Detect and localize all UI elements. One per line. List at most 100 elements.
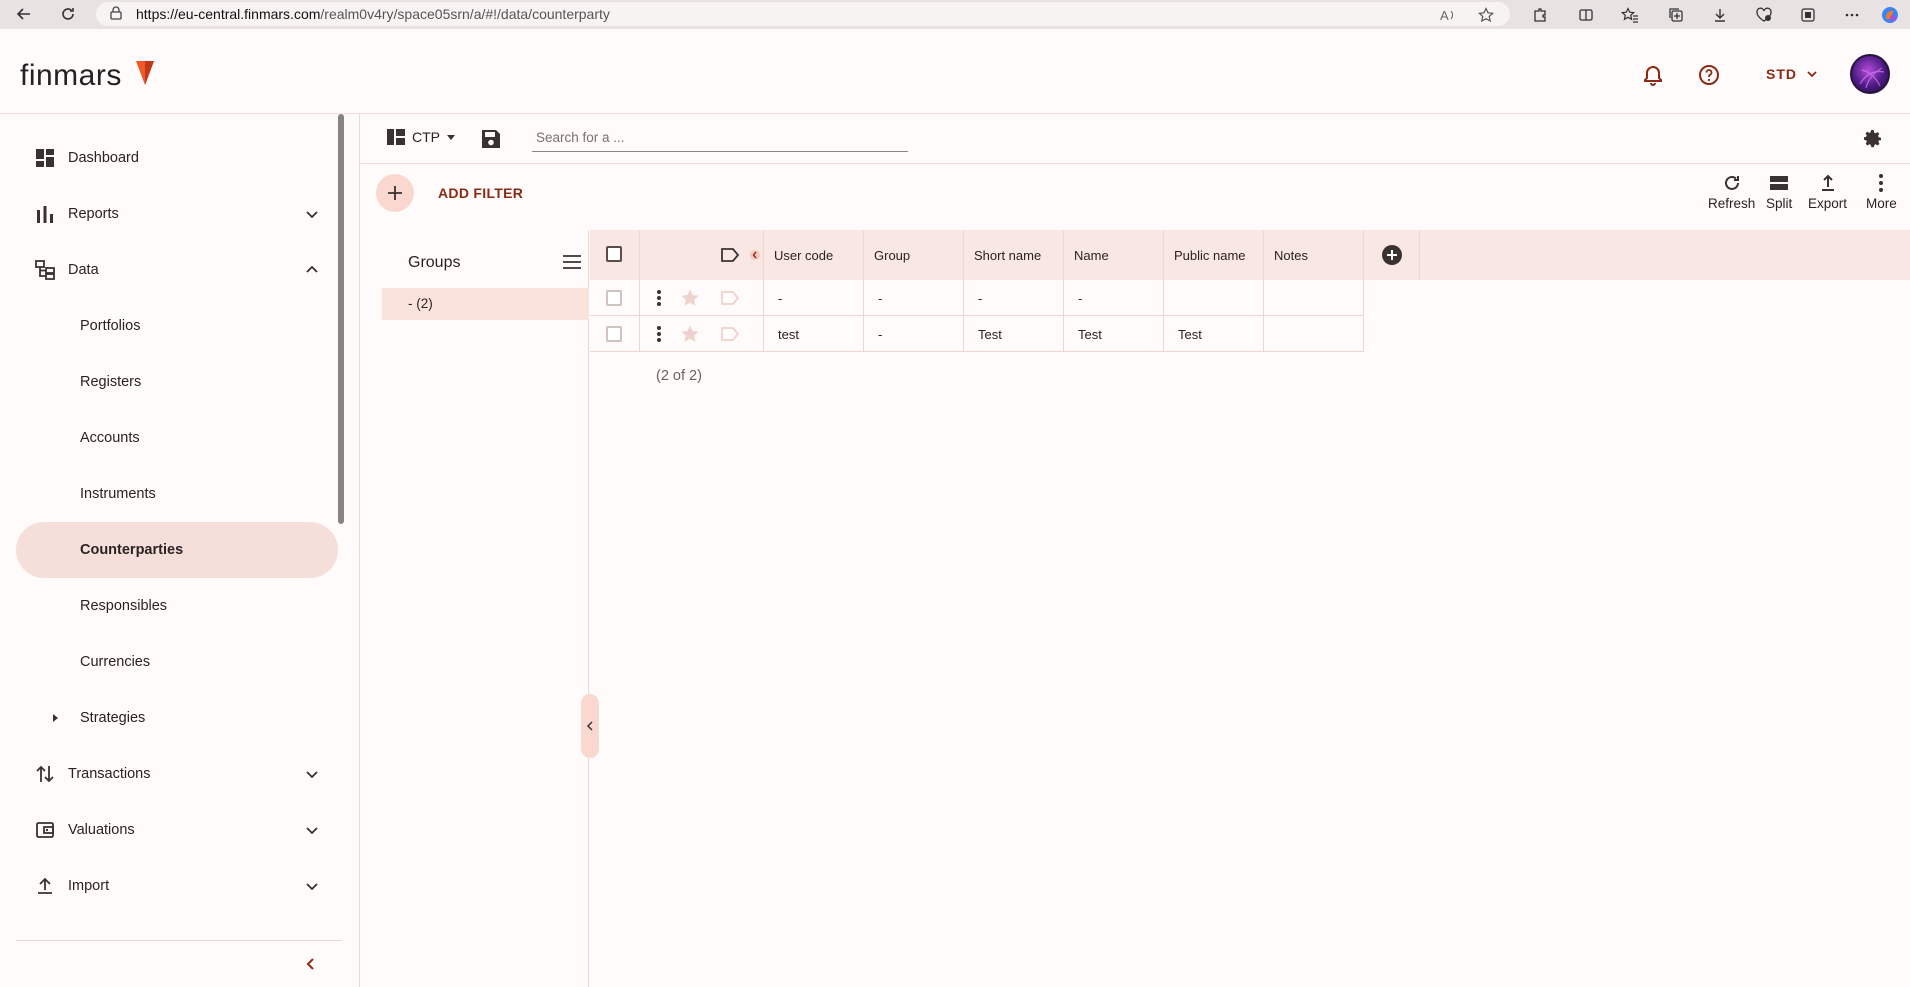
- cell-public-name: Test: [1164, 316, 1264, 352]
- add-filter-button[interactable]: [376, 174, 414, 212]
- chevron-down-icon[interactable]: [1805, 67, 1819, 81]
- filter-bar: ADD FILTER Refresh Split Export More: [360, 164, 1910, 222]
- sidebar-item-import[interactable]: Import: [16, 858, 338, 914]
- more-vertical-icon: [1870, 172, 1892, 194]
- row-menu-icon[interactable]: [656, 325, 662, 343]
- cell-public-name: [1164, 280, 1264, 316]
- sidebar-item-registers[interactable]: Registers: [16, 354, 338, 410]
- sidebar-item-dashboard[interactable]: Dashboard: [16, 130, 338, 186]
- browser-essentials-icon[interactable]: [1744, 3, 1784, 27]
- sidebar-item-data[interactable]: Data: [16, 242, 338, 298]
- sidebar-item-accounts[interactable]: Accounts: [16, 410, 338, 466]
- caret-right-icon[interactable]: [50, 713, 60, 723]
- search-input[interactable]: [532, 124, 908, 152]
- groups-panel-toggle[interactable]: [581, 694, 599, 758]
- label-tag-icon[interactable]: [720, 247, 740, 263]
- row-menu-icon[interactable]: [656, 289, 662, 307]
- menu-lines-icon[interactable]: [562, 252, 582, 272]
- refresh-button[interactable]: Refresh: [1708, 172, 1755, 220]
- browser-menu-icon[interactable]: [1832, 3, 1872, 27]
- finmars-logo[interactable]: finmars: [20, 59, 122, 93]
- sidebar-item-label: Registers: [80, 374, 142, 390]
- collapse-sidebar-icon[interactable]: [301, 954, 321, 974]
- row-count: (2 of 2): [656, 368, 702, 384]
- export-icon: [1817, 172, 1839, 194]
- chevron-down-icon[interactable]: [304, 878, 320, 894]
- downloads-icon[interactable]: [1700, 3, 1740, 27]
- workspaces-icon[interactable]: [1788, 3, 1828, 27]
- add-filter-label[interactable]: ADD FILTER: [438, 185, 523, 201]
- back-icon[interactable]: [12, 2, 36, 26]
- sidebar-item-label: Currencies: [80, 654, 151, 670]
- sidebar-divider: [16, 940, 342, 941]
- layout-selector[interactable]: CTP: [386, 128, 456, 146]
- table-row[interactable]: test - Test Test Test: [590, 316, 1364, 352]
- sidebar-item-responsibles[interactable]: Responsibles: [16, 578, 338, 634]
- cell-group: -: [864, 280, 964, 316]
- url-path: /realm0v4ry/space05srn/a/#!/data/counter…: [320, 6, 610, 22]
- chevron-down-icon[interactable]: [304, 766, 320, 782]
- sidebar-item-currencies[interactable]: Currencies: [16, 634, 338, 690]
- sidebar-item-label: Counterparties: [80, 542, 184, 558]
- chevron-down-icon[interactable]: [304, 206, 320, 222]
- collapse-column-icon[interactable]: [750, 249, 760, 261]
- sidebar-item-instruments[interactable]: Instruments: [16, 466, 338, 522]
- save-layout-icon[interactable]: [480, 128, 502, 150]
- column-header-short-name[interactable]: Short name: [964, 230, 1064, 280]
- split-button[interactable]: Split: [1766, 172, 1792, 220]
- column-header-group[interactable]: Group: [864, 230, 964, 280]
- split-screen-icon[interactable]: [1566, 3, 1606, 27]
- extensions-icon[interactable]: [1520, 3, 1560, 27]
- column-header-notes[interactable]: Notes: [1264, 230, 1364, 280]
- sidebar-item-portfolios[interactable]: Portfolios: [16, 298, 338, 354]
- favorite-star-icon[interactable]: [1466, 3, 1506, 27]
- label-tag-icon[interactable]: [720, 290, 740, 306]
- chevron-down-icon[interactable]: [304, 822, 320, 838]
- reload-icon[interactable]: [56, 2, 80, 26]
- column-header-name[interactable]: Name: [1064, 230, 1164, 280]
- svg-text:A: A: [1440, 8, 1449, 23]
- cell-user-code: -: [764, 280, 864, 316]
- sidebar-scrollbar[interactable]: [338, 114, 344, 524]
- help-icon[interactable]: [1696, 62, 1722, 88]
- favorite-star-icon[interactable]: [680, 288, 700, 308]
- dashboard-icon: [34, 147, 56, 169]
- favorites-icon[interactable]: [1610, 3, 1650, 27]
- view-toolbar: CTP: [360, 114, 1910, 164]
- user-avatar[interactable]: [1850, 54, 1890, 94]
- column-header-public-name[interactable]: Public name: [1164, 230, 1264, 280]
- lock-icon: [110, 6, 122, 20]
- row-checkbox[interactable]: [606, 326, 622, 342]
- sidebar-item-label: Responsibles: [80, 598, 168, 614]
- group-row-label: - (2): [408, 296, 433, 311]
- select-all-checkbox[interactable]: [606, 246, 622, 262]
- sidebar-item-label: Transactions: [68, 766, 151, 782]
- copilot-icon[interactable]: [1870, 3, 1910, 27]
- sidebar-item-reports[interactable]: Reports: [16, 186, 338, 242]
- notifications-bell-icon[interactable]: [1640, 62, 1666, 88]
- split-icon: [1768, 172, 1790, 194]
- favorite-star-icon[interactable]: [680, 324, 700, 344]
- sidebar-item-valuations[interactable]: Valuations: [16, 802, 338, 858]
- sidebar-item-counterparties[interactable]: Counterparties: [16, 522, 338, 578]
- settings-gear-icon[interactable]: [1862, 128, 1884, 150]
- url-host: https://eu-central.finmars.com: [136, 6, 321, 22]
- chevron-up-icon[interactable]: [304, 262, 320, 278]
- bar-chart-icon: [34, 203, 56, 225]
- row-checkbox[interactable]: [606, 290, 622, 306]
- sidebar-item-strategies[interactable]: Strategies: [16, 690, 338, 746]
- export-button[interactable]: Export: [1808, 172, 1847, 220]
- address-bar[interactable]: https://eu-central.finmars.com/realm0v4r…: [96, 2, 1510, 26]
- cell-short-name: -: [964, 280, 1064, 316]
- cell-user-code: test: [764, 316, 864, 352]
- group-row[interactable]: - (2): [382, 288, 589, 320]
- sidebar-item-transactions[interactable]: Transactions: [16, 746, 338, 802]
- standard-selector[interactable]: STD: [1766, 66, 1797, 82]
- table-row[interactable]: - - - -: [590, 280, 1364, 316]
- add-column-icon[interactable]: [1381, 244, 1403, 266]
- label-tag-icon[interactable]: [720, 326, 740, 342]
- collections-icon[interactable]: [1656, 3, 1696, 27]
- column-header-user-code[interactable]: User code: [764, 230, 864, 280]
- read-aloud-icon[interactable]: A: [1428, 3, 1468, 27]
- more-button[interactable]: More: [1866, 172, 1897, 220]
